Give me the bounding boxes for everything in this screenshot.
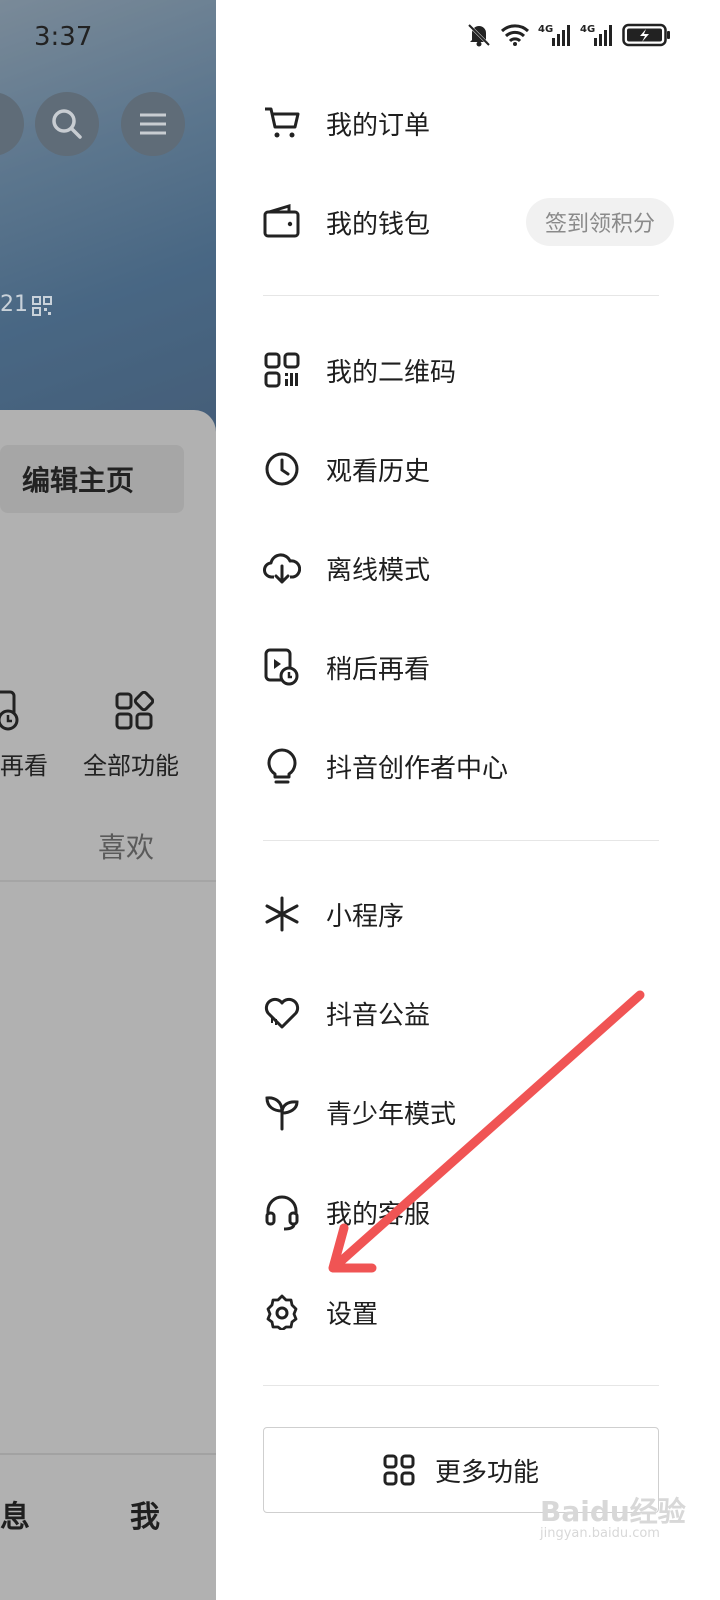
sign-in-points-badge[interactable]: 签到领积分: [526, 198, 674, 246]
battery-icon: [622, 23, 670, 47]
nav-me[interactable]: 我: [130, 1492, 160, 1536]
lightbulb-icon: [267, 748, 297, 784]
nav-messages[interactable]: 消息: [0, 1492, 30, 1536]
menu-button[interactable]: [121, 92, 185, 156]
watch-later-icon: [0, 690, 19, 731]
menu-item-label: 稍后再看: [326, 654, 431, 685]
menu-item-label: 我的客服: [326, 1199, 431, 1230]
cloud-download-icon: [263, 553, 301, 584]
edit-profile-button[interactable]: 编辑主页: [0, 445, 184, 513]
clock-icon: [265, 452, 299, 486]
menu-item-label: 抖音创作者中心: [326, 753, 509, 784]
wallet-icon: [263, 203, 300, 238]
menu-item-orders[interactable]: 我的订单: [263, 93, 683, 153]
menu-item-label: 设置: [326, 1299, 379, 1330]
menu-item-label: 小程序: [326, 901, 405, 932]
qr-code-icon: [264, 352, 300, 388]
menu-item-teen-mode[interactable]: 青少年模式: [263, 1082, 683, 1142]
menu-item-label: 抖音公益: [326, 1000, 431, 1031]
svg-text:4G: 4G: [580, 24, 595, 35]
search-button[interactable]: [35, 92, 99, 156]
status-time: 3:37: [34, 22, 93, 52]
menu-item-settings[interactable]: 设置: [263, 1282, 683, 1342]
tab-likes[interactable]: 喜欢: [98, 826, 154, 866]
menu-item-qr-code[interactable]: 我的二维码: [263, 340, 683, 400]
menu-item-label: 我的二维码: [326, 357, 457, 388]
section-divider: [263, 1385, 659, 1386]
side-drawer: 4G 4G 我的订单 我的钱包 签到领积分 我的二维码 观看历史 离线模式 稍后…: [216, 0, 720, 1600]
menu-item-label: 我的订单: [326, 110, 431, 141]
signal-4g-icon: 4G: [538, 24, 570, 46]
sprout-icon: [265, 1096, 299, 1131]
profile-id-fragment: 21: [0, 292, 28, 317]
shortcut-label-watch-later[interactable]: 再看: [0, 746, 48, 781]
watermark-url: jingyan.baidu.com: [540, 1526, 660, 1541]
menu-item-label: 我的钱包: [326, 209, 431, 240]
watermark-brand: Baidu经验: [540, 1495, 686, 1528]
menu-item-watch-later[interactable]: 稍后再看: [263, 637, 683, 697]
bottom-nav-divider: [0, 1453, 216, 1455]
more-features-label: 更多功能: [434, 1457, 539, 1488]
search-icon: [52, 109, 82, 139]
cart-icon: [265, 107, 300, 138]
section-divider: [263, 295, 659, 296]
gear-icon: [266, 1294, 298, 1330]
status-icons: 4G 4G: [466, 22, 672, 48]
watermark: Baidu经验 jingyan.baidu.com: [540, 1490, 686, 1541]
hamburger-icon: [140, 113, 166, 135]
menu-item-mini-programs[interactable]: 小程序: [263, 884, 683, 944]
menu-item-label: 离线模式: [326, 555, 431, 586]
section-divider: [263, 840, 659, 841]
mute-icon: [467, 23, 491, 47]
menu-item-offline-mode[interactable]: 离线模式: [263, 538, 683, 598]
svg-text:4G: 4G: [538, 24, 553, 35]
menu-item-creator-center[interactable]: 抖音创作者中心: [263, 736, 683, 796]
menu-item-charity[interactable]: 抖音公益: [263, 983, 683, 1043]
grid-icon[interactable]: [114, 691, 154, 731]
profile-page-background: 3:37 21 编辑主页 再看 全部功能 喜欢 消息 我: [0, 0, 216, 1600]
shortcut-label-all-features[interactable]: 全部功能: [83, 746, 179, 781]
heart-icon: [264, 997, 300, 1029]
tab-divider: [0, 880, 216, 882]
watch-later-icon: [264, 648, 299, 686]
grid-icon: [383, 1454, 415, 1486]
signal-4g-icon: 4G: [580, 24, 612, 46]
menu-item-customer-service[interactable]: 我的客服: [263, 1182, 683, 1242]
menu-item-watch-history[interactable]: 观看历史: [263, 439, 683, 499]
profile-header-background: [0, 0, 216, 440]
menu-item-label: 青少年模式: [326, 1099, 457, 1130]
menu-item-label: 观看历史: [326, 456, 431, 487]
mini-program-icon: [265, 896, 299, 932]
wifi-icon: [500, 24, 530, 46]
profile-content-sheet: [0, 410, 216, 1600]
headset-icon: [265, 1195, 299, 1231]
qr-small-icon[interactable]: [32, 296, 52, 316]
